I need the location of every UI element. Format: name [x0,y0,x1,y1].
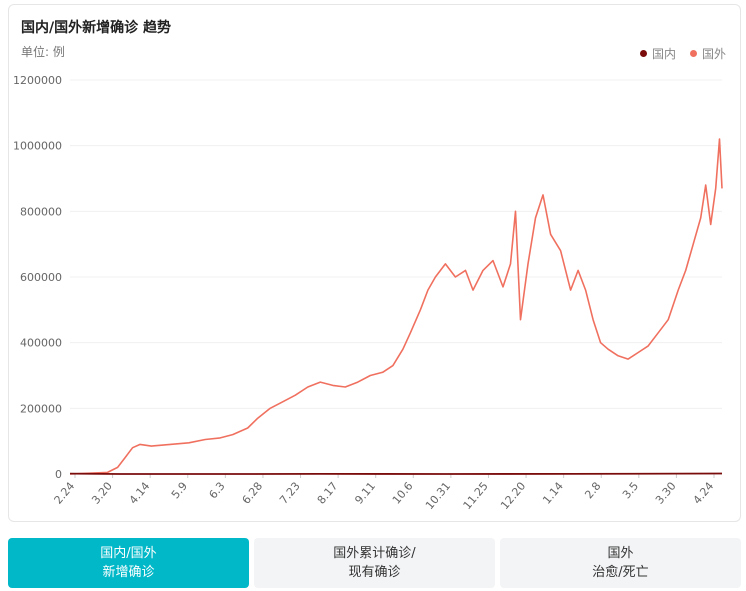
x-tick-label: 2.24 [52,480,78,507]
x-tick-label: 10.31 [423,480,453,512]
tab-label-line1: 国外累计确诊/ [333,546,416,561]
y-tick-label: 400000 [20,337,62,350]
x-tick-label: 10.6 [390,480,416,507]
x-tick-label: 4.14 [127,480,153,507]
x-tick-label: 7.23 [277,480,303,507]
x-tick-label: 11.25 [461,480,491,512]
chart-tabs: 国内/国外 新增确诊 国外累计确诊/ 现有确诊 国外 治愈/死亡 [8,538,741,588]
y-tick-label: 1200000 [13,74,62,87]
x-tick-label: 1.14 [540,480,566,507]
x-tick-label: 2.8 [582,480,603,502]
x-tick-label: 6.28 [240,480,266,507]
x-tick-label: 9.11 [352,480,378,507]
line-chart: 0 200000 400000 600000 800000 1000000 1200000 2… [13,74,723,512]
y-tick-label: 200000 [20,402,62,415]
tab-label-line2: 现有确诊 [348,565,401,580]
x-tick-label: 3.30 [653,480,679,507]
x-tick-label: 8.17 [315,480,341,507]
y-tick-label: 0 [55,468,62,481]
tab-cumulative-cases[interactable]: 国外累计确诊/ 现有确诊 [254,538,495,588]
x-tick-label: 3.20 [89,480,115,507]
y-tick-label: 800000 [20,205,62,218]
tab-label-line2: 新增确诊 [102,565,155,580]
tab-recovered-deaths[interactable]: 国外 治愈/死亡 [500,538,741,588]
tab-label-line2: 治愈/死亡 [592,565,649,580]
x-tick-label: 5.9 [169,480,190,502]
x-tick-label: 12.20 [498,480,528,512]
x-tick-label: 4.24 [691,480,717,507]
series-line-overseas [69,138,723,475]
tab-new-cases[interactable]: 国内/国外 新增确诊 [8,538,249,588]
y-tick-label: 600000 [20,271,62,284]
x-tick-label: 6.3 [206,480,227,502]
series-line-domestic [69,472,723,475]
tab-label-line1: 国外 [607,546,634,561]
y-tick-label: 1000000 [13,140,62,153]
x-tick-label: 3.5 [620,480,641,502]
tab-label-line1: 国内/国外 [100,546,157,561]
